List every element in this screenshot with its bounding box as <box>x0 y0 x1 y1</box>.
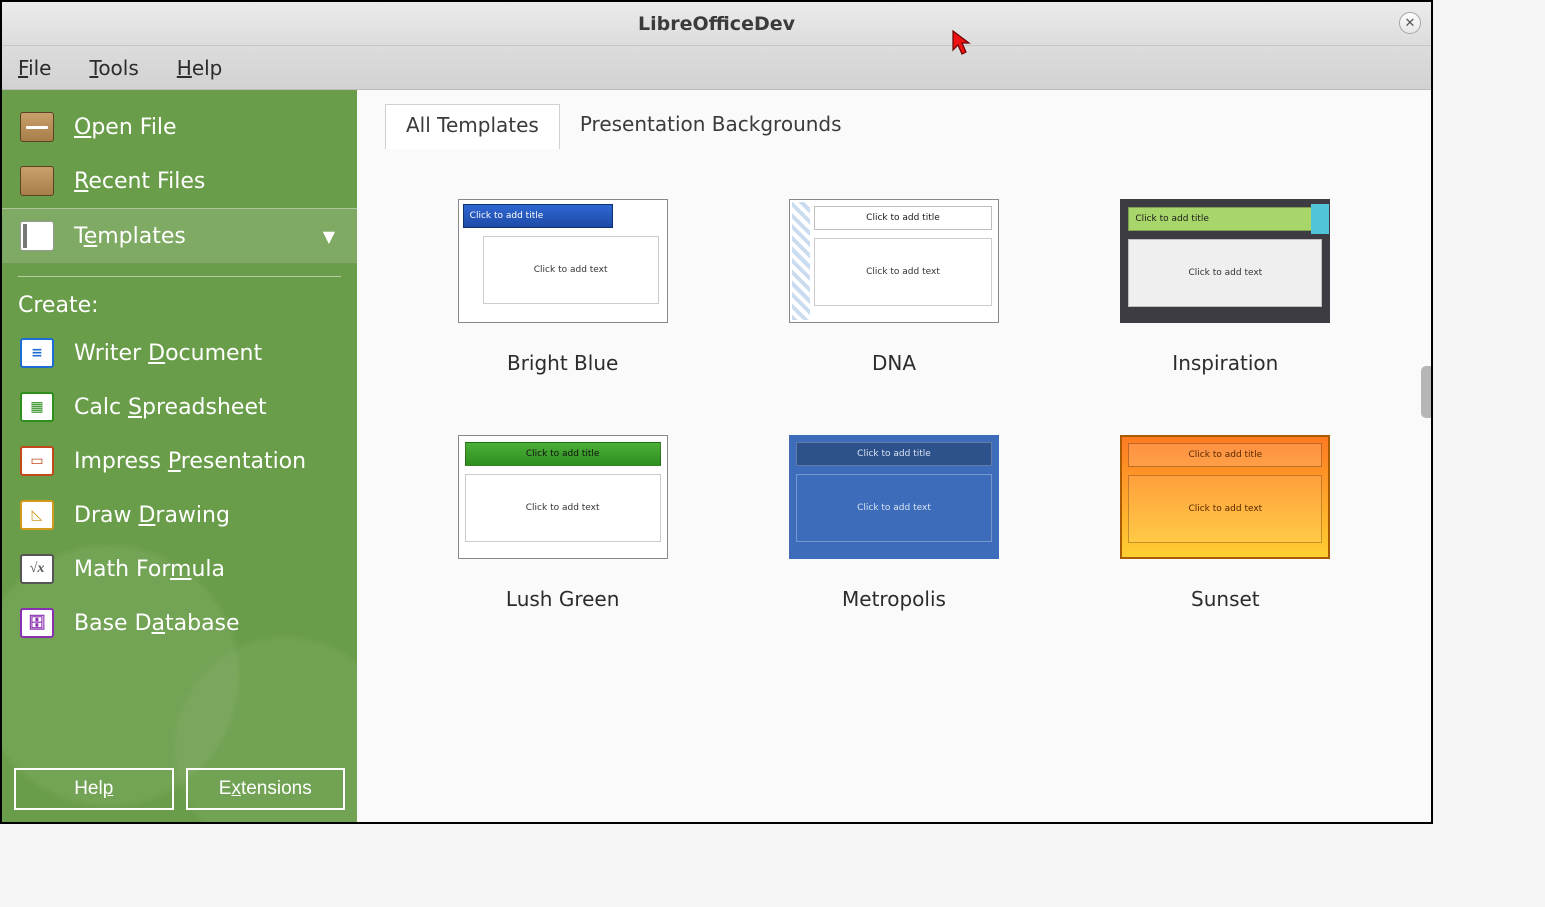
draw-icon: ◺ <box>18 498 56 532</box>
sidebar-item-label: Recent Files <box>74 169 205 194</box>
thumb-title-placeholder: Click to add title <box>465 442 661 466</box>
template-metropolis[interactable]: Click to add title Click to add text Met… <box>789 435 999 611</box>
menubar: File Tools Help <box>2 46 1431 90</box>
scrollbar-thumb[interactable] <box>1421 366 1431 418</box>
thumb-body-placeholder: Click to add text <box>465 474 661 542</box>
sidebar-item-label: Writer Document <box>74 341 262 366</box>
sidebar-item-writer[interactable]: ≡ Writer Document <box>2 326 357 380</box>
template-label: Bright Blue <box>507 351 618 375</box>
folder-icon <box>18 164 56 198</box>
sidebar-item-calc[interactable]: ▦ Calc Spreadsheet <box>2 380 357 434</box>
thumb-title-placeholder: Click to add title <box>1128 443 1322 467</box>
template-label: DNA <box>872 351 916 375</box>
template-dna[interactable]: Click to add title Click to add text DNA <box>789 199 999 375</box>
template-label: Inspiration <box>1172 351 1278 375</box>
thumb-body-placeholder: Click to add text <box>1128 475 1322 543</box>
writer-icon: ≡ <box>18 336 56 370</box>
sidebar-divider <box>18 276 341 277</box>
sidebar-item-draw[interactable]: ◺ Draw Drawing <box>2 488 357 542</box>
thumb-body-placeholder: Click to add text <box>814 238 992 306</box>
math-icon: √x <box>18 552 56 586</box>
thumb-body-placeholder: Click to add text <box>796 474 992 542</box>
template-thumbnail: Click to add title Click to add text <box>458 199 668 323</box>
window-title: LibreOfficeDev <box>638 13 795 35</box>
folder-open-icon <box>18 110 56 144</box>
sidebar-item-label: Calc Spreadsheet <box>74 395 267 420</box>
sidebar-item-open-file[interactable]: Open File <box>2 100 357 154</box>
tab-presentation-backgrounds[interactable]: Presentation Backgrounds <box>560 104 862 149</box>
document-icon <box>18 219 56 253</box>
template-thumbnail: Click to add title Click to add text <box>789 435 999 559</box>
sidebar-item-label: Base Database <box>74 611 240 636</box>
template-label: Lush Green <box>506 587 620 611</box>
tabs: All Templates Presentation Backgrounds <box>357 90 1431 149</box>
base-icon: 🗄 <box>18 606 56 640</box>
sidebar-item-templates[interactable]: Templates ▼ <box>2 208 357 264</box>
sidebar-create-heading: Create: <box>2 289 357 326</box>
help-button[interactable]: Help <box>14 768 174 810</box>
sidebar-item-label: Math Formula <box>74 557 225 582</box>
window-close-button[interactable]: ✕ <box>1399 12 1421 34</box>
thumb-body-placeholder: Click to add text <box>1128 239 1322 307</box>
tab-all-templates[interactable]: All Templates <box>385 104 560 149</box>
template-grid: Click to add title Click to add text Bri… <box>357 149 1431 822</box>
impress-icon: ▭ <box>18 444 56 478</box>
thumb-body-placeholder: Click to add text <box>483 236 659 304</box>
menu-tools[interactable]: Tools <box>81 54 146 82</box>
template-thumbnail: Click to add title Click to add text <box>789 199 999 323</box>
template-thumbnail: Click to add title Click to add text <box>1120 199 1330 323</box>
thumb-title-placeholder: Click to add title <box>1128 207 1322 231</box>
thumb-title-placeholder: Click to add title <box>814 206 992 230</box>
menu-file[interactable]: File <box>10 54 59 82</box>
template-sunset[interactable]: Click to add title Click to add text Sun… <box>1120 435 1330 611</box>
extensions-button[interactable]: Extensions <box>186 768 346 810</box>
menu-help[interactable]: Help <box>169 54 231 82</box>
sidebar-item-base[interactable]: 🗄 Base Database <box>2 596 357 650</box>
thumb-title-placeholder: Click to add title <box>796 442 992 466</box>
sidebar-item-label: Draw Drawing <box>74 503 230 528</box>
template-label: Metropolis <box>842 587 946 611</box>
sidebar-item-label: Open File <box>74 115 177 140</box>
app-window: LibreOfficeDev ✕ File Tools Help Open Fi… <box>0 0 1433 824</box>
thumb-title-placeholder: Click to add title <box>463 204 613 228</box>
template-thumbnail: Click to add title Click to add text <box>1120 435 1330 559</box>
sidebar-item-recent-files[interactable]: Recent Files <box>2 154 357 208</box>
template-inspiration[interactable]: Click to add title Click to add text Ins… <box>1120 199 1330 375</box>
calc-icon: ▦ <box>18 390 56 424</box>
sidebar: Open File Recent Files Templates ▼ Creat… <box>2 90 357 822</box>
sidebar-item-label: Templates <box>74 224 186 249</box>
sidebar-item-impress[interactable]: ▭ Impress Presentation <box>2 434 357 488</box>
template-label: Sunset <box>1191 587 1260 611</box>
template-thumbnail: Click to add title Click to add text <box>458 435 668 559</box>
titlebar: LibreOfficeDev ✕ <box>2 2 1431 46</box>
chevron-down-icon: ▼ <box>323 227 335 246</box>
sidebar-item-label: Impress Presentation <box>74 449 306 474</box>
sidebar-item-math[interactable]: √x Math Formula <box>2 542 357 596</box>
main-content: All Templates Presentation Backgrounds C… <box>357 90 1431 822</box>
template-bright-blue[interactable]: Click to add title Click to add text Bri… <box>458 199 668 375</box>
template-lush-green[interactable]: Click to add title Click to add text Lus… <box>458 435 668 611</box>
